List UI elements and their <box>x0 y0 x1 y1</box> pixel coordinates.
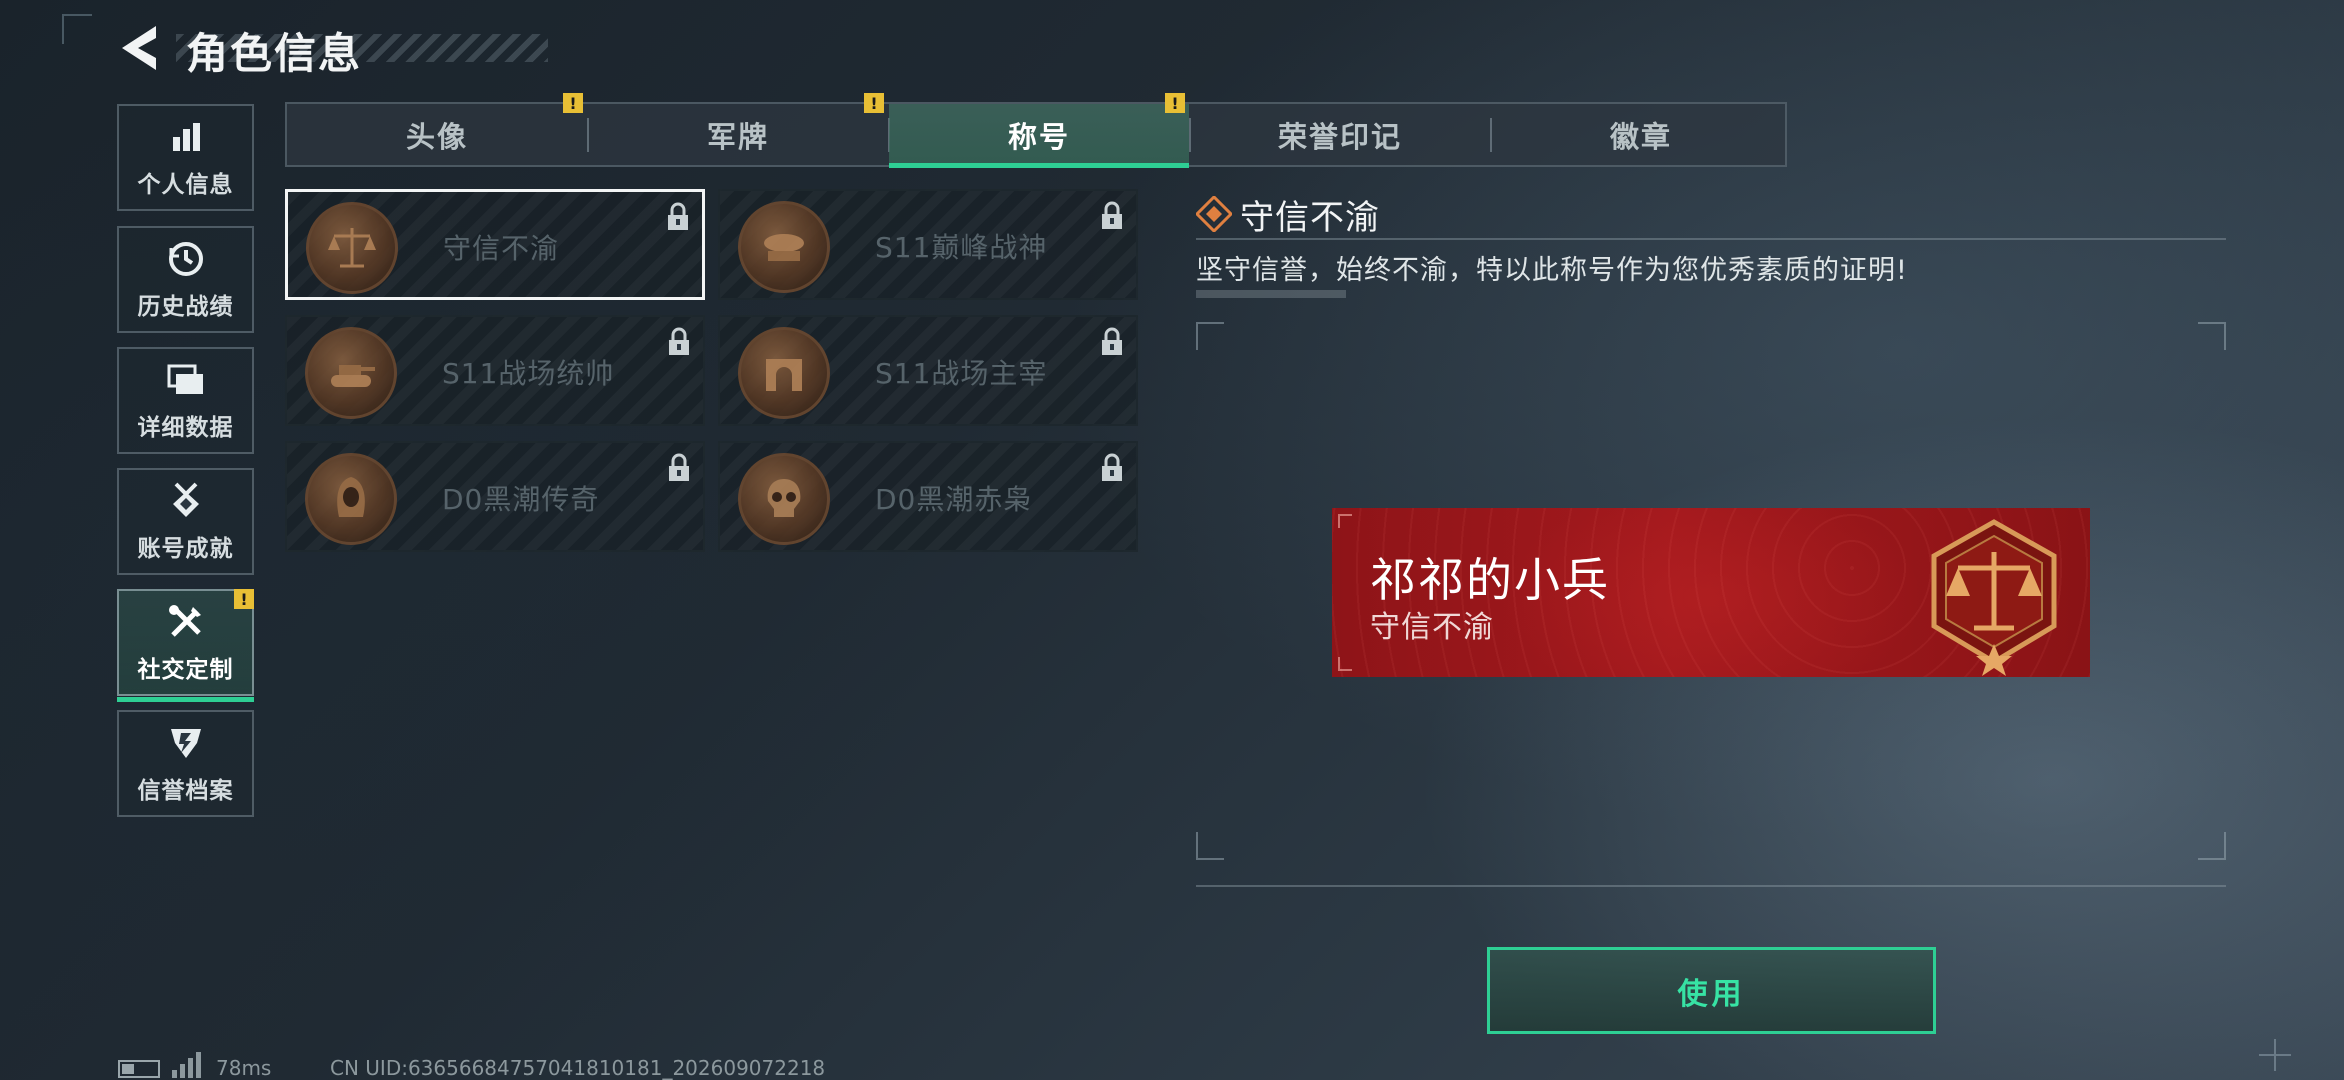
arch-emblem-icon <box>738 327 830 419</box>
shield-emblem-icon <box>166 723 206 763</box>
lock-icon <box>669 327 689 355</box>
lock-icon <box>669 453 689 481</box>
title-name: D0黑潮赤枭 <box>875 483 1033 516</box>
scales-emblem-icon <box>1931 519 2057 676</box>
lock-icon <box>1102 201 1122 229</box>
sidebar-item-label: 详细数据 <box>137 414 234 441</box>
lock-icon <box>668 202 688 230</box>
divider <box>1196 238 2226 240</box>
detail-description: 坚守信誉，始终不渝，特以此称号作为您优秀素质的证明! <box>1196 255 1908 286</box>
sidebar-item-detailed-data[interactable]: 详细数据 <box>117 347 254 454</box>
tank-emblem-icon <box>305 327 397 419</box>
signal-icon <box>172 1052 201 1078</box>
sidebar-item-credit-file[interactable]: 信誉档案 <box>117 710 254 817</box>
tab-bar: 头像 军牌 称号 荣誉印记 徽章 <box>285 102 1787 168</box>
sidebar-item-achievements[interactable]: 账号成就 <box>117 468 254 575</box>
preview-frame-corner <box>1196 832 1224 860</box>
use-button[interactable]: 使用 <box>1487 947 1936 1034</box>
history-clock-icon <box>166 239 206 279</box>
tab-dogtag[interactable]: 军牌 <box>588 104 888 165</box>
tab-honor-mark[interactable]: 荣誉印记 <box>1190 104 1490 165</box>
preview-title-text: 守信不渝 <box>1370 610 1494 645</box>
title-name: S11战场主宰 <box>875 357 1048 390</box>
uid-readout: CN UID:6365668475704181018​1_20260907221… <box>330 1056 826 1080</box>
tools-icon <box>166 602 206 642</box>
crosshair-plus-icon <box>2259 1039 2291 1071</box>
alert-badge: ! <box>234 589 254 609</box>
sidebar-item-label: 信誉档案 <box>137 777 234 804</box>
title-diamond-icon <box>1196 196 1232 232</box>
title-card[interactable]: 守信不渝 <box>285 189 705 300</box>
title-name: D0黑潮传奇 <box>442 483 600 516</box>
sidebar-item-personal-info[interactable]: 个人信息 <box>117 104 254 211</box>
banner-corner <box>1338 514 1352 528</box>
tab-avatar[interactable]: 头像 <box>287 104 587 165</box>
sidebar-item-label: 账号成就 <box>137 535 234 562</box>
detail-title: 守信不渝 <box>1240 198 1380 238</box>
faded-caption-bar <box>1196 290 1346 298</box>
sidebar-item-label: 历史战绩 <box>137 293 234 320</box>
title-name: 守信不渝 <box>443 232 560 265</box>
title-card[interactable]: D0黑潮传奇 <box>285 441 705 552</box>
scales-emblem-icon <box>306 202 398 294</box>
title-card[interactable]: S11巅峰战神 <box>718 189 1138 300</box>
title-card[interactable]: S11战场统帅 <box>285 315 705 426</box>
tab-alert-badge: ! <box>1165 93 1185 113</box>
sidebar-item-history[interactable]: 历史战绩 <box>117 226 254 333</box>
title-card[interactable]: D0黑潮赤枭 <box>718 441 1138 552</box>
sidebar-item-label: 社交定制 <box>137 656 234 683</box>
tab-badge[interactable]: 徽章 <box>1491 104 1791 165</box>
battery-icon <box>118 1060 160 1078</box>
title-card[interactable]: S11战场主宰 <box>718 315 1138 426</box>
skull-emblem-icon <box>738 453 830 545</box>
tab-title[interactable]: 称号 <box>889 104 1189 168</box>
bar-chart-icon <box>166 117 206 157</box>
preview-frame-corner <box>2198 322 2226 350</box>
preview-frame-corner <box>1196 322 1224 350</box>
sidebar-item-label: 个人信息 <box>137 171 234 198</box>
medal-icon <box>166 481 206 521</box>
divider <box>1196 885 2226 887</box>
lock-icon <box>1102 453 1122 481</box>
ping-readout: 78ms <box>216 1056 272 1080</box>
back-arrow-icon <box>122 26 156 70</box>
title-preview-banner: 祁祁的小兵 守信不渝 <box>1332 508 2090 677</box>
preview-player-name: 祁祁的小兵 <box>1370 553 1610 607</box>
airship-emblem-icon <box>738 201 830 293</box>
tab-alert-badge: ! <box>864 93 884 113</box>
page-title: 角色信息 <box>186 29 363 78</box>
tab-alert-badge: ! <box>563 93 583 113</box>
back-button[interactable] <box>116 22 166 74</box>
preview-frame-corner <box>2198 832 2226 860</box>
banner-corner <box>1338 657 1352 671</box>
sidebar-item-social-custom[interactable]: ! 社交定制 <box>117 589 254 702</box>
lock-icon <box>1102 327 1122 355</box>
title-name: S11巅峰战神 <box>875 231 1048 264</box>
hooded-figure-emblem-icon <box>305 453 397 545</box>
corner-frame-mark <box>62 14 92 44</box>
title-name: S11战场统帅 <box>442 357 615 390</box>
folder-stack-icon <box>166 360 206 400</box>
